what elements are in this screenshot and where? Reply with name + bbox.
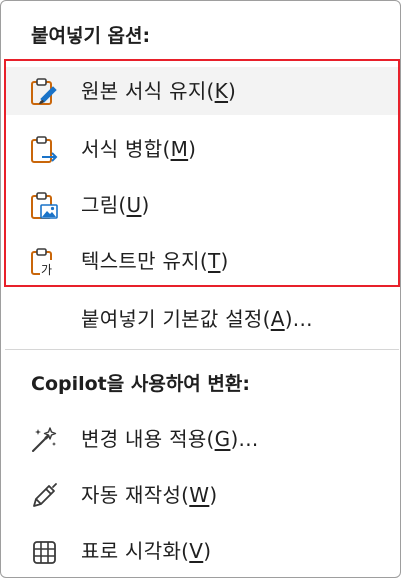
pen-icon (33, 483, 57, 507)
paste-options-header: 붙여넣기 옵션: (31, 25, 151, 47)
menu-item-keep-source-formatting[interactable]: 원본 서식 유지(K) (5, 67, 398, 115)
menu-item-auto-rewrite[interactable]: 자동 재작성(W) (5, 471, 398, 519)
menu-item-label: 텍스트만 유지(T) (81, 249, 229, 273)
menu-item-visualize-as-table[interactable]: 표로 시각화(V) (5, 527, 398, 575)
paste-merge-formatting-icon (31, 136, 58, 163)
sparkle-icon (32, 427, 57, 452)
paste-text-only-icon: 가 (31, 248, 58, 277)
menu-item-picture[interactable]: 그림(U) (5, 181, 398, 229)
copilot-header: Copilot을 사용하여 변환: (31, 373, 250, 395)
menu-item-label: 서식 병합(M) (81, 137, 197, 161)
paste-options-context-menu: 붙여넣기 옵션: 원본 서식 유지(K) 서식 병합(M) 그림(U) 가 텍스… (0, 0, 401, 578)
menu-item-label: 붙여넣기 기본값 설정(A)... (81, 307, 313, 331)
menu-item-keep-text-only[interactable]: 가 텍스트만 유지(T) (5, 237, 398, 285)
menu-item-label: 표로 시각화(V) (81, 539, 212, 563)
table-icon (33, 541, 56, 564)
menu-item-merge-formatting[interactable]: 서식 병합(M) (5, 125, 398, 173)
menu-item-label: 원본 서식 유지(K) (81, 79, 237, 103)
paste-picture-icon (31, 192, 58, 219)
menu-item-label: 자동 재작성(W) (81, 483, 218, 507)
menu-item-set-default-paste[interactable]: 붙여넣기 기본값 설정(A)... (5, 295, 398, 343)
paste-keep-source-icon (31, 78, 57, 105)
text-glyph-icon: 가 (41, 263, 52, 277)
menu-item-label: 변경 내용 적용(G)... (81, 427, 259, 451)
menu-divider (5, 349, 399, 350)
menu-item-label: 그림(U) (81, 193, 150, 217)
menu-item-apply-changes[interactable]: 변경 내용 적용(G)... (5, 415, 398, 463)
